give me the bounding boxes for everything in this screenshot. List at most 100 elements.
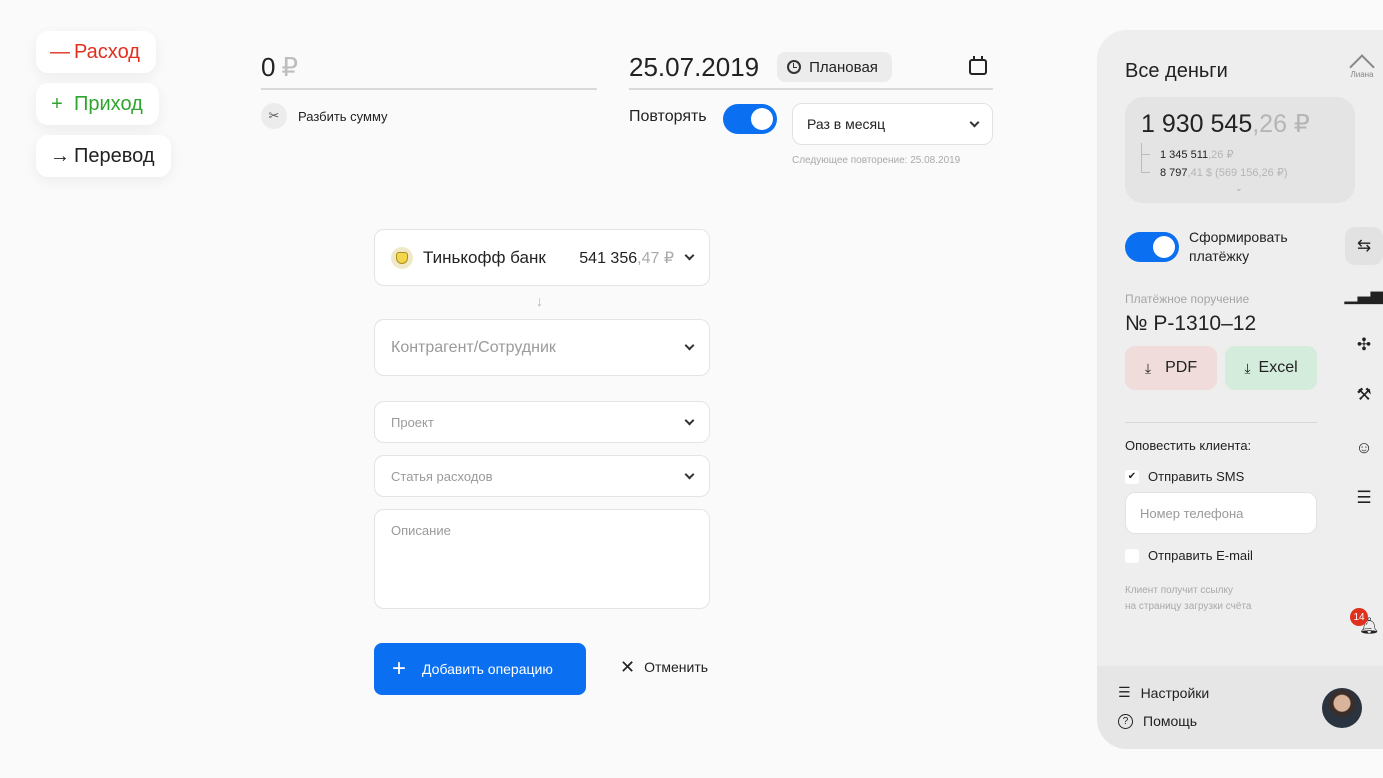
form-payment-label: Сформировать платёжку [1189, 229, 1288, 264]
transfer-type-button[interactable]: → Перевод [36, 135, 171, 177]
account-select[interactable]: Тинькофф банк 541 356,47 ₽ [374, 229, 710, 286]
notification-count-badge: 14 [1350, 608, 1368, 626]
next-repeat-text: Следующее повторение: 25.08.2019 [792, 155, 961, 166]
panel-title: Все деньги [1125, 60, 1228, 82]
counterparty-select[interactable]: Контрагент/Сотрудник [374, 319, 710, 376]
chevron-down-icon [684, 469, 695, 479]
chevron-down-icon [684, 340, 695, 351]
balance-card[interactable]: 1 930 545,26 ₽ 1 345 511,26 ₽ 8 797,41 $… [1125, 97, 1355, 203]
planned-badge-label: Плановая [809, 58, 878, 76]
payment-order-number: № Р-1310–12 [1125, 312, 1257, 335]
split-label: Разбить сумму [298, 108, 388, 124]
phone-placeholder: Номер телефона [1140, 505, 1244, 521]
chevron-down-icon [969, 117, 980, 127]
account-balance-frac: ,47 ₽ [637, 249, 674, 267]
income-type-label: Приход [74, 92, 143, 115]
payment-order-label: Платёжное поручение [1125, 292, 1250, 306]
download-excel-button[interactable]: ⤓ Excel [1225, 346, 1317, 390]
expense-item-select[interactable]: Статья расходов [374, 455, 710, 497]
company-logo: Лиана [1347, 52, 1377, 80]
arrow-down-icon: ↓ [536, 293, 543, 309]
form-payment-toggle[interactable] [1125, 232, 1179, 262]
split-amount-button[interactable]: ✂ Разбить сумму [261, 103, 388, 129]
project-placeholder: Проект [391, 414, 434, 430]
usd-balance: 8 797,41 $ (569 156,26 ₽) [1160, 166, 1288, 179]
frequency-select[interactable]: Раз в месяц [792, 103, 993, 145]
settings-link[interactable]: ☰ Настройки [1118, 684, 1209, 701]
total-balance: 1 930 545,26 ₽ [1141, 109, 1310, 139]
balance-tree-lines [1141, 143, 1151, 173]
total-balance-frac: ,26 ₽ [1252, 110, 1310, 138]
add-operation-button[interactable]: + Добавить операцию [374, 643, 586, 695]
menu-icon[interactable]: ☰ [1345, 479, 1383, 517]
total-balance-int: 1 930 545 [1141, 110, 1253, 138]
calendar-icon[interactable] [969, 56, 987, 75]
usd-balance-frac: ,41 $ (569 156,26 ₽) [1187, 167, 1288, 179]
currency-sign: ₽ [281, 51, 299, 82]
repeat-label: Повторять [629, 108, 707, 125]
plus-icon: + [392, 655, 407, 682]
notifications-button[interactable]: 🔔︎ 14 [1349, 608, 1379, 636]
send-sms-label: Отправить SMS [1148, 469, 1245, 484]
repeat-toggle[interactable] [723, 104, 777, 134]
usd-balance-int: 8 797 [1160, 167, 1188, 179]
pdf-label: PDF [1165, 359, 1198, 376]
frequency-value: Раз в месяц [807, 116, 886, 132]
phone-input[interactable]: Номер телефона [1125, 492, 1317, 534]
cancel-label: Отменить [644, 659, 709, 675]
client-note: Клиент получит ссылку на страницу загруз… [1125, 583, 1251, 615]
counterparty-placeholder: Контрагент/Сотрудник [391, 338, 556, 356]
date-value: 25.07.2019 [629, 51, 760, 82]
expense-item-placeholder: Статья расходов [391, 468, 493, 484]
divider [1125, 422, 1317, 423]
account-balance-int: 541 356 [579, 249, 638, 267]
send-email-label: Отправить E-mail [1148, 548, 1253, 563]
cancel-button[interactable]: ✕ Отменить [620, 658, 708, 676]
download-pdf-button[interactable]: ⤓ PDF [1125, 346, 1217, 390]
description-placeholder: Описание [391, 523, 451, 538]
excel-label: Excel [1258, 359, 1298, 376]
panel-footer: ☰ Настройки ? Помощь [1097, 666, 1383, 749]
planned-badge[interactable]: Плановая [777, 52, 892, 82]
user-icon[interactable]: ☺ [1345, 429, 1383, 467]
grid-icon[interactable]: ✣ [1345, 326, 1383, 364]
download-icon: ⤓ [1244, 360, 1251, 376]
expense-type-label: Расход [74, 40, 140, 63]
send-email-checkbox[interactable]: Отправить E-mail [1125, 548, 1253, 563]
help-link[interactable]: ? Помощь [1118, 713, 1197, 729]
send-sms-checkbox[interactable]: ✔ Отправить SMS [1125, 469, 1244, 484]
expand-chevron-icon[interactable]: ⌄ [1235, 183, 1243, 194]
minus-icon: — [50, 40, 70, 63]
rub-balance: 1 345 511,26 ₽ [1160, 148, 1233, 161]
expense-type-button[interactable]: — Расход [36, 31, 156, 73]
client-note-line-1: Клиент получит ссылку [1125, 585, 1233, 596]
amount-input[interactable]: 0 ₽ [261, 46, 597, 90]
date-field[interactable]: 25.07.2019 Плановая [629, 46, 993, 90]
chevron-down-icon [684, 415, 695, 425]
close-icon: ✕ [620, 657, 636, 677]
project-select[interactable]: Проект [374, 401, 710, 443]
hammer-icon[interactable]: ⚒ [1345, 376, 1383, 414]
account-balance: 541 356,47 ₽ [579, 248, 674, 268]
plus-icon: + [51, 92, 63, 115]
download-icon: ⤓ [1144, 360, 1152, 376]
right-panel: Все деньги Лиана 1 930 545,26 ₽ 1 345 51… [1097, 30, 1383, 749]
client-note-line-2: на страницу загрузки счёта [1125, 601, 1252, 612]
description-textarea[interactable]: Описание [374, 509, 710, 609]
arrow-right-icon: → [50, 144, 70, 167]
help-label: Помощь [1143, 713, 1198, 729]
notify-client-label: Оповестить клиента: [1125, 438, 1252, 453]
clock-icon [787, 60, 802, 74]
chart-icon[interactable]: ▁▃▅ [1344, 276, 1383, 314]
add-operation-label: Добавить операцию [422, 661, 553, 677]
bank-logo-icon [391, 246, 413, 269]
chevron-down-icon [684, 250, 695, 261]
rub-balance-int: 1 345 511 [1160, 149, 1209, 161]
checkbox-empty-icon [1125, 548, 1139, 563]
income-type-button[interactable]: + Приход [36, 83, 159, 125]
settings-label: Настройки [1140, 684, 1210, 701]
checkmark-icon: ✔ [1125, 469, 1139, 484]
rub-balance-frac: ,26 ₽ [1208, 149, 1234, 161]
transfer-icon[interactable]: ⇆ [1345, 227, 1383, 265]
avatar[interactable] [1322, 688, 1362, 728]
